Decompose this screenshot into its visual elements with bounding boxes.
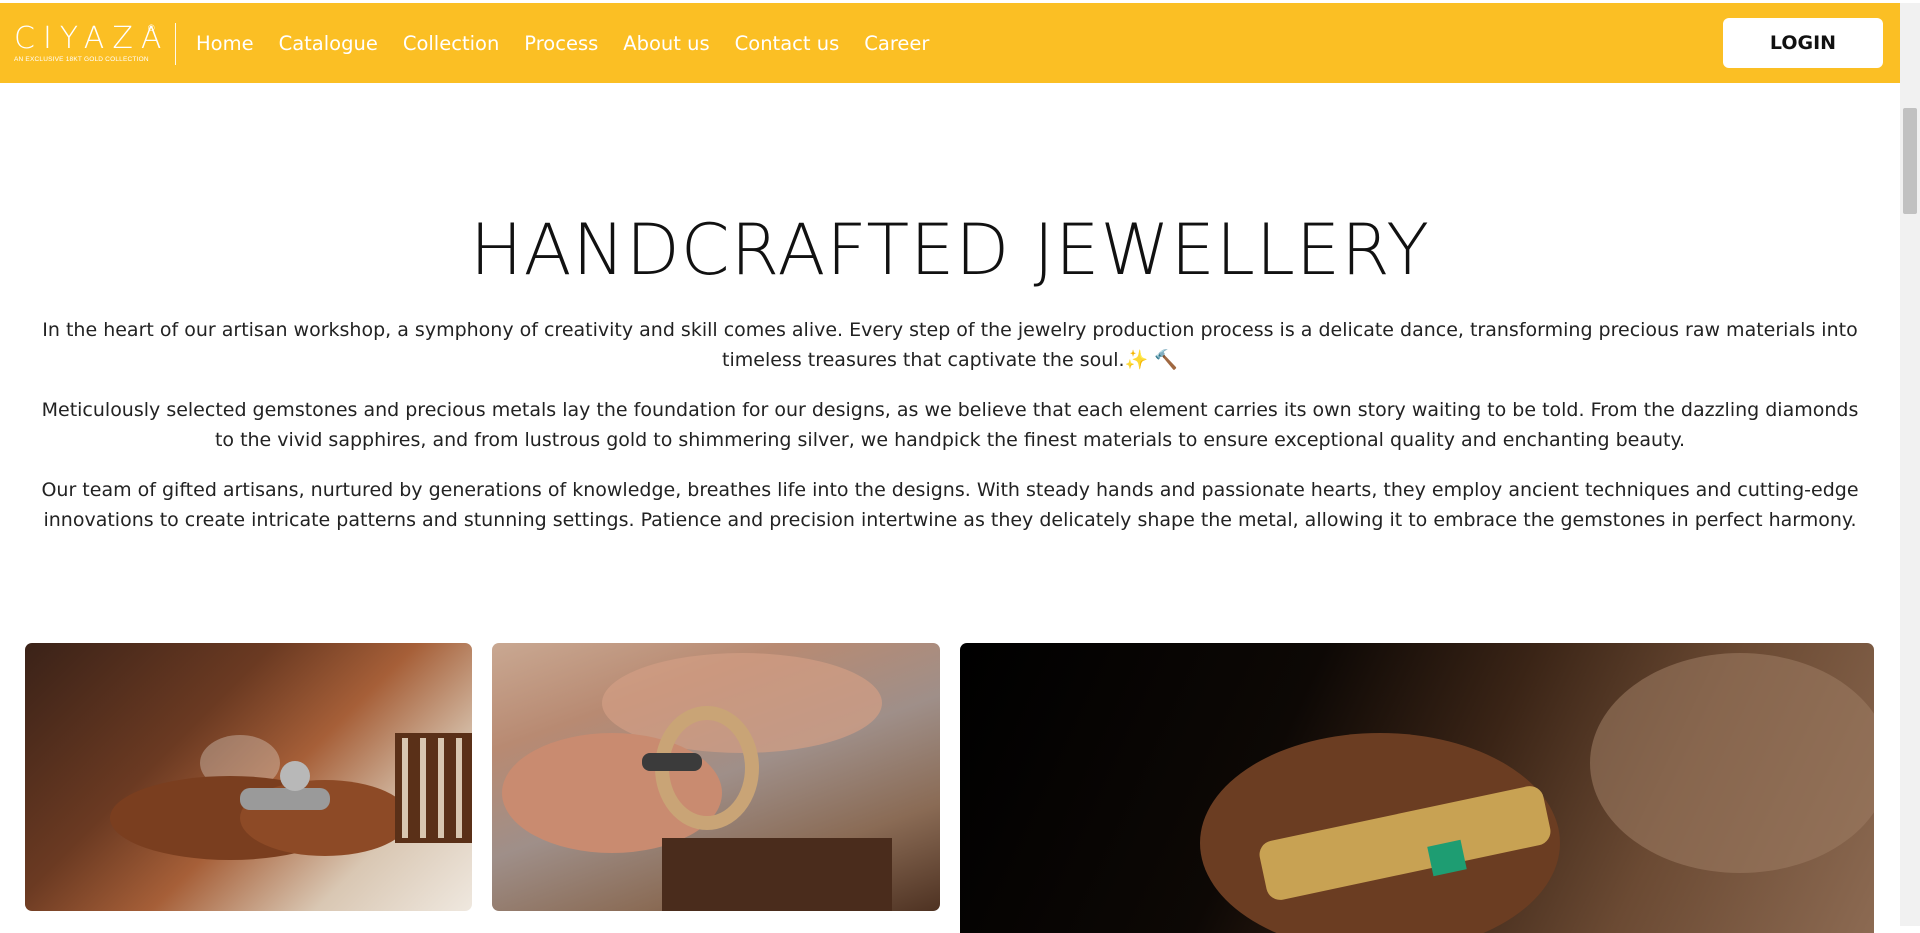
nav-link-catalogue[interactable]: Catalogue: [279, 32, 378, 55]
brand-logo[interactable]: CIYAZA ® AN EXCLUSIVE 18KT GOLD COLLECTI…: [14, 21, 170, 69]
navbar: CIYAZA ® AN EXCLUSIVE 18KT GOLD COLLECTI…: [0, 3, 1900, 83]
nav-link-collection[interactable]: Collection: [403, 32, 499, 55]
materials-paragraph: Meticulously selected gemstones and prec…: [41, 399, 1859, 451]
logo-wordmark: CIYAZA: [14, 21, 170, 56]
gold-bracelet-photo: [960, 643, 1874, 933]
main-nav: Home Catalogue Collection Process About …: [196, 3, 954, 83]
nav-link-about-us[interactable]: About us: [623, 32, 709, 55]
artisans-paragraph: Our team of gifted artisans, nurtured by…: [41, 479, 1859, 531]
nav-link-career[interactable]: Career: [864, 32, 929, 55]
polishing-illustration: [110, 733, 472, 860]
page-scrollbar-thumb[interactable]: [1903, 108, 1917, 214]
ring-crafting-photo: [492, 643, 940, 911]
registered-mark: ®: [148, 23, 155, 33]
workshop-polishing-photo: [25, 643, 472, 911]
logo-tagline: AN EXCLUSIVE 18KT GOLD COLLECTION: [14, 56, 149, 63]
nav-link-contact-us[interactable]: Contact us: [735, 32, 840, 55]
nav-divider: [175, 23, 176, 65]
login-button[interactable]: LOGIN: [1723, 18, 1883, 68]
nav-link-home[interactable]: Home: [196, 32, 254, 55]
page-title: HANDCRAFTED JEWELLERY: [470, 209, 1430, 291]
intro-paragraph: In the heart of our artisan workshop, a …: [42, 319, 1858, 371]
ring-illustration: [502, 653, 892, 911]
bracelet-illustration: [1200, 653, 1874, 933]
nav-link-process[interactable]: Process: [524, 32, 598, 55]
